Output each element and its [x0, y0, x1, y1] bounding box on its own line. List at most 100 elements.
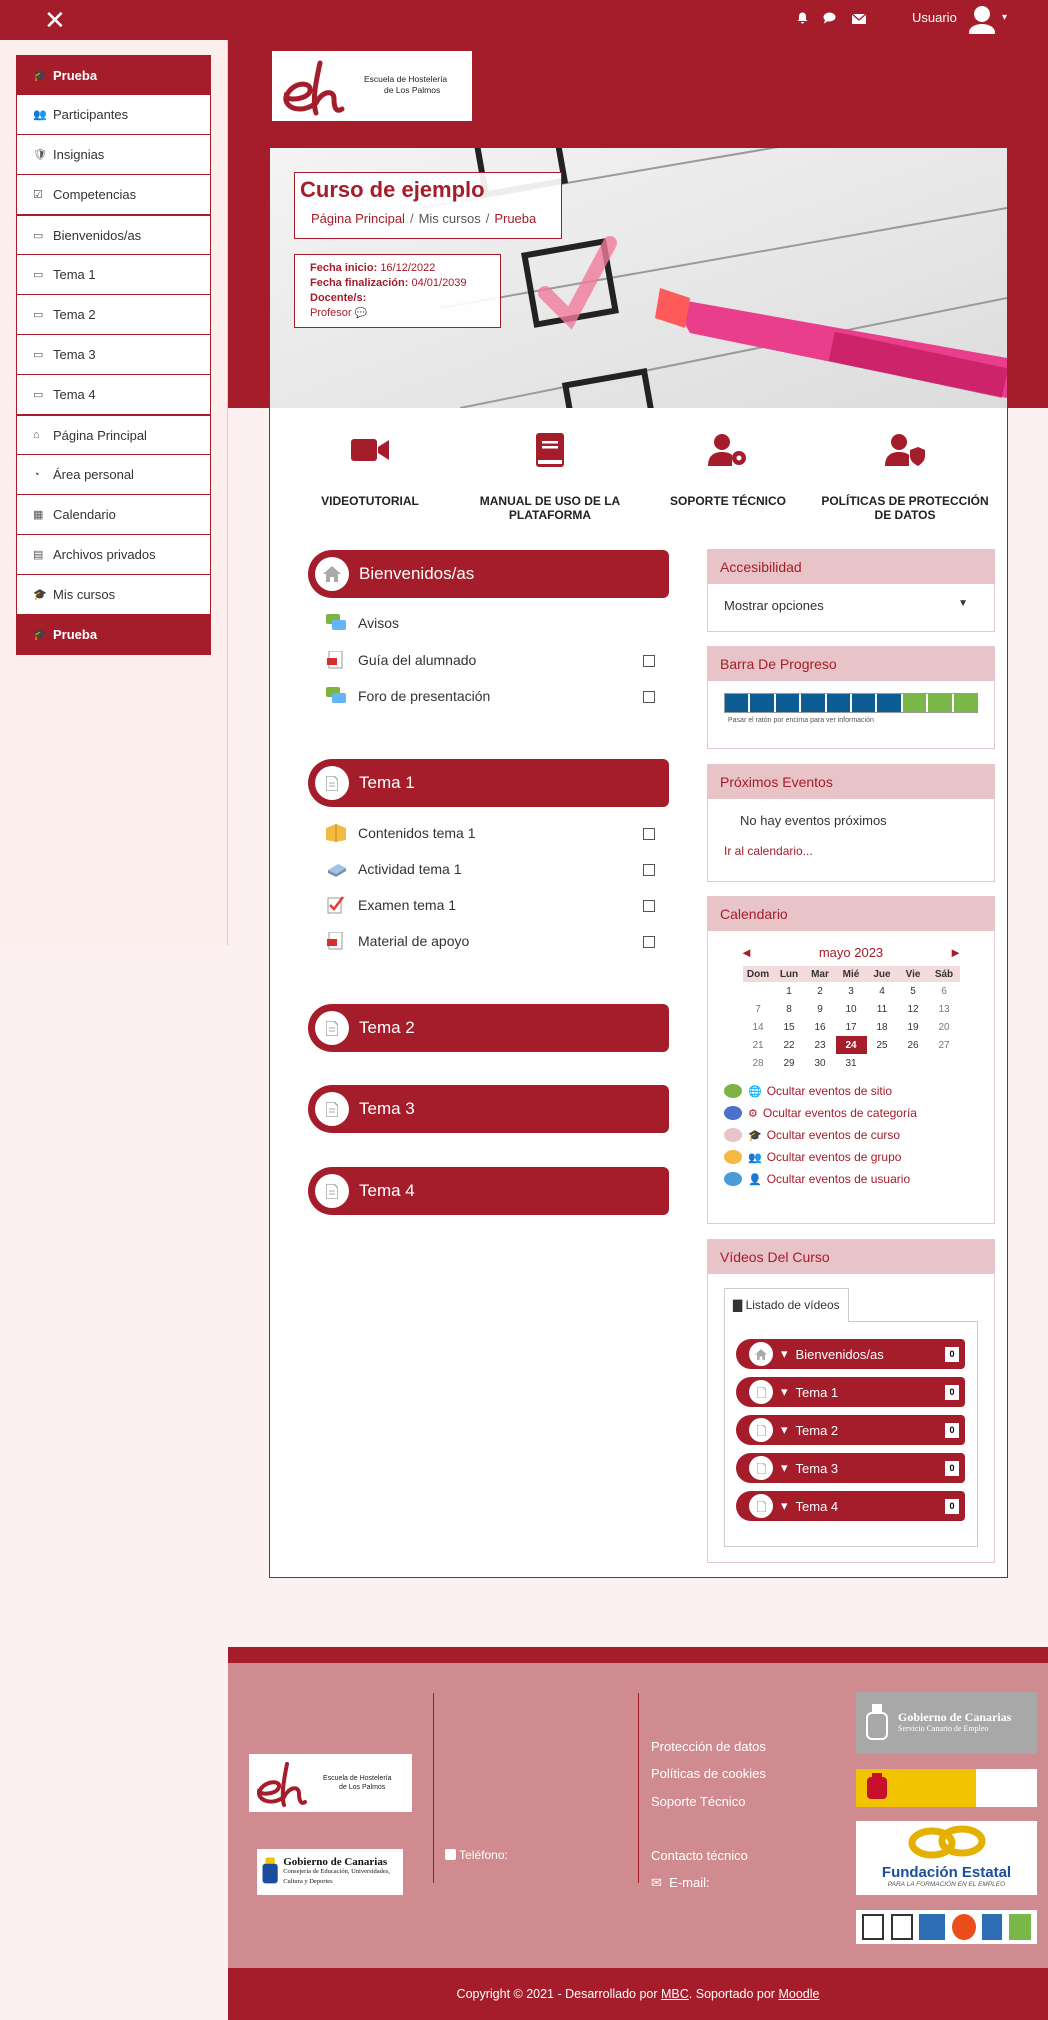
calendar-day[interactable]: 26: [898, 1036, 929, 1054]
calendar-filter-0[interactable]: 🌐 Ocultar eventos de sitio: [724, 1080, 978, 1102]
progress-segment[interactable]: [725, 694, 751, 712]
activity-actividad-tema-1[interactable]: Actividad tema 1: [326, 856, 656, 882]
teacher-name[interactable]: Profesor: [310, 307, 352, 319]
completion-checkbox[interactable]: [643, 936, 655, 948]
calendar-day[interactable]: 4: [867, 982, 898, 1000]
calendar-day[interactable]: 11: [867, 1000, 898, 1018]
footer-school-logo[interactable]: Escuela de Hostelería de Los Palmos: [249, 1754, 412, 1812]
sidebar-item-area-personal[interactable]: ◔ Área personal: [16, 455, 211, 495]
sidebar-item-bienvenidos-as[interactable]: ▭ Bienvenidos/as: [16, 215, 211, 255]
sidebar-item-prueba[interactable]: 🎓 Prueba: [16, 55, 211, 95]
caret-down-icon[interactable]: ▾: [781, 1498, 788, 1514]
caret-down-icon[interactable]: ▾: [781, 1384, 788, 1400]
progress-segment[interactable]: [877, 694, 903, 712]
calendar-day[interactable]: 21: [743, 1036, 774, 1054]
progress-segment[interactable]: [852, 694, 878, 712]
section-header-bienvenidos[interactable]: Bienvenidos/as: [308, 550, 669, 598]
calendar-day[interactable]: 17: [836, 1018, 867, 1036]
progress-segment[interactable]: [750, 694, 776, 712]
calendar-day[interactable]: 2: [805, 982, 836, 1000]
tab-video-list[interactable]: ▇ Listado de vídeos: [724, 1288, 849, 1322]
activity-contenidos-tema-1[interactable]: Contenidos tema 1: [326, 820, 656, 846]
activity-guia-alumnado[interactable]: Guía del alumnado: [326, 647, 656, 673]
section-header-tema-3[interactable]: Tema 3: [308, 1085, 669, 1133]
footer-gov-canarias-logo[interactable]: Gobierno de Canarias Consejería de Educa…: [257, 1849, 403, 1895]
calendar-filter-3[interactable]: 👥 Ocultar eventos de grupo: [724, 1146, 978, 1168]
progress-segment[interactable]: [801, 694, 827, 712]
section-header-tema-2[interactable]: Tema 2: [308, 1004, 669, 1052]
user-avatar-icon[interactable]: [968, 4, 996, 34]
video-section-row[interactable]: ▾ Bienvenidos/as 0: [736, 1339, 965, 1369]
footer-ministry-logo[interactable]: [856, 1769, 1037, 1807]
quick-link-support[interactable]: SOPORTE TÉCNICO: [638, 430, 818, 508]
quick-link-privacy[interactable]: POLÍTICAS DE PROTECCIÓN DE DATOS: [815, 430, 995, 522]
section-header-tema-1[interactable]: Tema 1: [308, 759, 669, 807]
sidebar-item-participantes[interactable]: 👥 Participantes: [16, 95, 211, 135]
sidebar-item-competencias[interactable]: ☑ Competencias: [16, 175, 211, 215]
calendar-day[interactable]: 20: [929, 1018, 960, 1036]
moodle-link[interactable]: Moodle: [778, 1987, 819, 2001]
video-section-row[interactable]: ▾ Tema 1 0: [736, 1377, 965, 1407]
footer-email[interactable]: ✉ E-mail:: [651, 1875, 710, 1891]
activity-foro-presentacion[interactable]: Foro de presentación: [326, 683, 656, 709]
calendar-month[interactable]: mayo 2023: [819, 945, 883, 960]
go-to-calendar-link[interactable]: Ir al calendario...: [708, 828, 994, 874]
completion-checkbox[interactable]: [643, 828, 655, 840]
sidebar-item-insignias[interactable]: 🛡 Insignias: [16, 135, 211, 175]
calendar-day[interactable]: 31: [836, 1054, 867, 1072]
school-logo[interactable]: Escuela de Hostelería de Los Palmos: [272, 51, 472, 121]
calendar-day[interactable]: 5: [898, 982, 929, 1000]
sidebar-item-tema-2[interactable]: ▭ Tema 2: [16, 295, 211, 335]
progress-segment[interactable]: [826, 694, 853, 712]
sidebar-item-tema-4[interactable]: ▭ Tema 4: [16, 375, 211, 415]
calendar-day[interactable]: 8: [774, 1000, 805, 1018]
user-name[interactable]: Usuario: [912, 10, 957, 25]
completion-checkbox[interactable]: [643, 900, 655, 912]
calendar-filter-2[interactable]: 🎓 Ocultar eventos de curso: [724, 1124, 978, 1146]
sidebar-item-mis-cursos[interactable]: 🎓 Mis cursos: [16, 575, 211, 615]
calendar-day[interactable]: 25: [867, 1036, 898, 1054]
footer-link-privacy[interactable]: Protección de datos: [651, 1739, 766, 1754]
caret-down-icon[interactable]: ▾: [781, 1346, 788, 1362]
calendar-day[interactable]: 10: [836, 1000, 867, 1018]
calendar-day[interactable]: 24: [835, 1036, 867, 1054]
bell-icon[interactable]: [797, 12, 812, 27]
calendar-filter-4[interactable]: 👤 Ocultar eventos de usuario: [724, 1168, 978, 1190]
calendar-day[interactable]: 14: [743, 1018, 774, 1036]
sidebar-item-tema-1[interactable]: ▭ Tema 1: [16, 255, 211, 295]
calendar-day[interactable]: 3: [836, 982, 867, 1000]
accessibility-select[interactable]: Mostrar opciones ▼: [708, 584, 994, 627]
video-section-row[interactable]: ▾ Tema 3 0: [736, 1453, 965, 1483]
chat-icon[interactable]: [823, 12, 840, 27]
progress-segment[interactable]: [775, 694, 802, 712]
chevron-down-icon[interactable]: ▾: [1002, 12, 1007, 23]
calendar-next-button[interactable]: ►: [949, 945, 962, 960]
progress-segment[interactable]: [928, 694, 954, 712]
activity-examen-tema-1[interactable]: Examen tema 1: [326, 892, 656, 918]
footer-link-support[interactable]: Soporte Técnico: [651, 1794, 745, 1809]
section-header-tema-4[interactable]: Tema 4: [308, 1167, 669, 1215]
calendar-day[interactable]: 13: [929, 1000, 960, 1018]
calendar-day[interactable]: 28: [743, 1054, 774, 1072]
mbc-link[interactable]: MBC: [661, 1987, 689, 2001]
quick-link-videotutorial[interactable]: VIDEOTUTORIAL: [280, 430, 460, 508]
sidebar-item-tema-3[interactable]: ▭ Tema 3: [16, 335, 211, 375]
breadcrumb-home[interactable]: Página Principal: [311, 211, 405, 226]
breadcrumb-current[interactable]: Prueba: [494, 211, 536, 226]
calendar-day[interactable]: 12: [898, 1000, 929, 1018]
sidebar-item-archivos-privados[interactable]: ▤ Archivos privados: [16, 535, 211, 575]
calendar-day[interactable]: 18: [867, 1018, 898, 1036]
sidebar-item-calendario[interactable]: ▦ Calendario: [16, 495, 211, 535]
activity-avisos[interactable]: Avisos: [326, 610, 656, 636]
footer-fundacion-logo[interactable]: Fundación Estatal PARA LA FORMACIÓN EN E…: [856, 1821, 1037, 1895]
calendar-day[interactable]: 19: [898, 1018, 929, 1036]
breadcrumb-my-courses[interactable]: Mis cursos: [419, 211, 481, 226]
completion-checkbox[interactable]: [643, 864, 655, 876]
calendar-day[interactable]: 6: [929, 982, 960, 1000]
calendar-day[interactable]: 15: [774, 1018, 805, 1036]
sidebar-item-pagina-principal[interactable]: ⌂ Página Principal: [16, 415, 211, 455]
footer-sce-logo[interactable]: Gobierno de Canarias Servicio Canario de…: [856, 1692, 1037, 1754]
calendar-prev-button[interactable]: ◄: [740, 945, 753, 960]
calendar-day[interactable]: 7: [743, 1000, 774, 1018]
calendar-day[interactable]: 23: [805, 1036, 836, 1054]
